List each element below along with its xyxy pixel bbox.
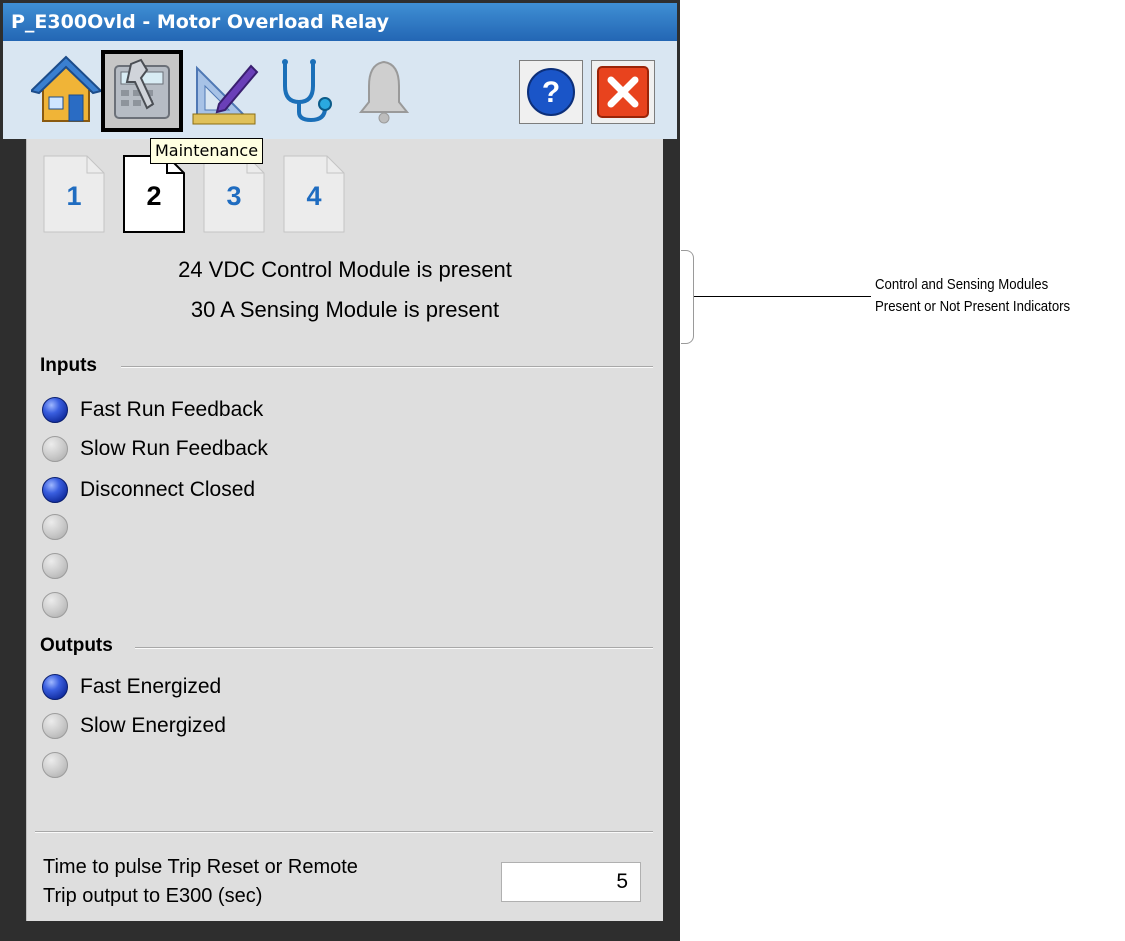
diagnostics-icon xyxy=(282,59,332,123)
control-module-status: 24 VDC Control Module is present xyxy=(178,257,512,282)
input-row-4 xyxy=(42,510,80,544)
maintenance-tooltip: Maintenance xyxy=(150,138,264,164)
maintenance-panel: 1 2 3 4 24 VDC Control Module is present xyxy=(26,139,663,921)
home-button[interactable] xyxy=(25,50,107,132)
input-3-label: Disconnect Closed xyxy=(80,478,256,501)
input-4-indicator xyxy=(42,514,68,540)
input-6-indicator xyxy=(42,592,68,618)
engineering-button[interactable] xyxy=(183,50,265,132)
input-2-label: Slow Run Feedback xyxy=(80,437,268,460)
callout-bracket xyxy=(681,250,694,344)
output-2-indicator xyxy=(42,713,68,739)
pulse-time-label-line2: Trip output to E300 (sec) xyxy=(43,885,263,907)
page-tab-4[interactable]: 4 xyxy=(283,155,345,233)
page-tab-1-label: 1 xyxy=(66,181,82,211)
output-3-indicator xyxy=(42,752,68,778)
alarm-bell-icon xyxy=(358,60,410,124)
page-tab-4-label: 4 xyxy=(306,181,322,211)
pulse-time-input[interactable]: 5 xyxy=(501,862,641,902)
home-icon xyxy=(31,55,101,122)
callout-line-2: Present or Not Present Indicators xyxy=(875,298,1071,315)
diagnostics-button[interactable] xyxy=(265,50,347,132)
output-2-label: Slow Energized xyxy=(80,714,226,737)
outputs-heading: Outputs xyxy=(40,635,113,656)
pulse-divider xyxy=(35,831,653,833)
input-row-2: Slow Run Feedback xyxy=(42,432,268,466)
callout-leader-line xyxy=(694,296,871,297)
help-button[interactable]: ? xyxy=(519,60,583,124)
inputs-heading: Inputs xyxy=(40,355,97,376)
alarms-button[interactable] xyxy=(343,50,425,132)
callout-line-1: Control and Sensing Modules xyxy=(875,276,1049,293)
pulse-time-label: Time to pulse Trip Reset or Remote Trip … xyxy=(43,853,483,911)
close-button[interactable] xyxy=(591,60,655,124)
help-label: ? xyxy=(542,76,560,109)
window-title: P_E300Ovld - Motor Overload Relay xyxy=(3,3,677,41)
pulse-time-label-line1: Time to pulse Trip Reset or Remote xyxy=(43,856,358,878)
engineering-icon xyxy=(192,64,259,125)
output-row-3 xyxy=(42,748,80,782)
input-3-indicator xyxy=(42,477,68,503)
help-icon: ? xyxy=(527,68,575,116)
toolbar: ? xyxy=(3,41,677,139)
input-1-label: Fast Run Feedback xyxy=(80,398,264,421)
faceplate-window: P_E300Ovld - Motor Overload Relay ? 1 2 … xyxy=(0,0,680,941)
page-tab-2[interactable]: 2 xyxy=(123,155,185,233)
output-row-1: Fast Energized xyxy=(42,670,221,704)
maintenance-button[interactable] xyxy=(101,50,183,132)
callout-text: Control and Sensing Modules Present or N… xyxy=(875,274,1070,318)
input-5-indicator xyxy=(42,553,68,579)
input-row-1: Fast Run Feedback xyxy=(42,393,263,427)
output-1-label: Fast Energized xyxy=(80,675,222,698)
maintenance-icon xyxy=(114,58,170,119)
output-row-2: Slow Energized xyxy=(42,709,226,743)
page-tab-2-label: 2 xyxy=(146,181,162,211)
input-row-6 xyxy=(42,588,80,622)
input-row-3: Disconnect Closed xyxy=(42,473,255,507)
inputs-divider xyxy=(121,366,653,368)
input-1-indicator xyxy=(42,397,68,423)
close-icon xyxy=(597,66,649,118)
page-tab-3-label: 3 xyxy=(226,181,242,211)
input-2-indicator xyxy=(42,436,68,462)
page-tab-1[interactable]: 1 xyxy=(43,155,105,233)
input-row-5 xyxy=(42,549,80,583)
outputs-divider xyxy=(135,647,653,649)
sensing-module-status: 30 A Sensing Module is present xyxy=(190,297,500,322)
output-1-indicator xyxy=(42,674,68,700)
page-tab-3[interactable]: 3 xyxy=(203,155,265,233)
